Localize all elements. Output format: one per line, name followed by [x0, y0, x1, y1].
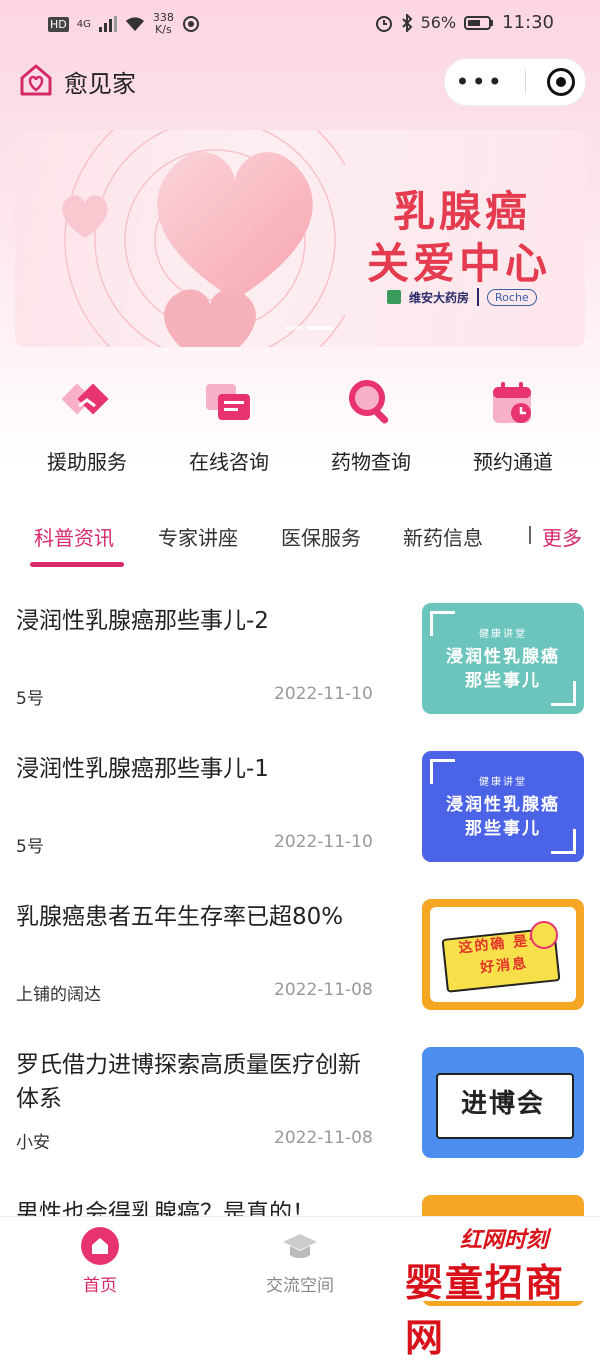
news-title: 浸润性乳腺癌那些事儿-1	[16, 756, 269, 782]
quick-action-label: 援助服务	[47, 450, 127, 474]
thumb-caption: 进博会	[460, 1089, 545, 1119]
small-heart-graphic	[164, 289, 256, 347]
watermark-line1: 红网时刻	[460, 1228, 549, 1253]
news-thumbnail: 健康讲堂 浸润性乳腺癌 那些事儿	[422, 751, 584, 862]
category-tabs: 科普资讯 专家讲座 医保服务 新药信息 更多	[0, 510, 600, 570]
quick-action-label: 在线咨询	[189, 450, 269, 474]
quick-action-aid[interactable]: 援助服务	[16, 378, 158, 474]
news-title: 乳腺癌患者五年生存率已超80%	[16, 904, 344, 930]
news-date: 2022-11-10	[274, 684, 373, 704]
active-tab-indicator	[30, 562, 124, 567]
hero-banner[interactable]: 乳腺癌 关爱中心 维安大药房 Roche	[15, 130, 585, 347]
thumb-caption: 浸润性乳腺癌 那些事儿	[446, 795, 560, 839]
news-author: 小安	[16, 1133, 50, 1153]
pagination-dot	[285, 326, 303, 330]
thumb-badge: 健康讲堂	[479, 777, 527, 788]
more-menu-icon[interactable]: •••	[455, 68, 503, 96]
pharmacy-logo-icon	[387, 290, 401, 304]
pagination-dot-active	[307, 326, 333, 330]
capsule-divider	[524, 70, 526, 94]
quick-action-drug-search[interactable]: 药物查询	[300, 378, 442, 474]
news-date: 2022-11-08	[274, 980, 373, 1000]
news-thumbnail: 进博会	[422, 1047, 584, 1158]
bluetooth-icon	[401, 13, 412, 32]
sponsor-roche: Roche	[487, 288, 537, 306]
thumb-caption: 浸润性乳腺癌 那些事儿	[446, 647, 560, 691]
more-tabs-button[interactable]: 更多	[542, 522, 582, 551]
smiley-icon	[530, 921, 558, 949]
tab-new-drug-info[interactable]: 新药信息	[403, 522, 483, 551]
more-divider	[529, 526, 531, 544]
nav-home-label: 首页	[83, 1276, 117, 1296]
watermark-line2: 婴童招商网	[405, 1261, 566, 1360]
quick-action-consult[interactable]: 在线咨询	[158, 378, 300, 474]
handshake-icon	[61, 383, 109, 415]
alarm-icon	[375, 15, 392, 32]
nav-home[interactable]: 首页	[80, 1227, 120, 1296]
news-author: 5号	[16, 689, 44, 709]
graduation-cap-icon	[281, 1227, 319, 1265]
banner-pagination	[285, 326, 333, 330]
signal-icon	[98, 16, 117, 32]
home-icon	[81, 1227, 119, 1265]
nfc-icon	[182, 16, 199, 32]
banner-title-line2: 关爱中心	[367, 239, 552, 288]
network-badge: 4G	[76, 18, 91, 30]
nav-community[interactable]: 交流空间	[262, 1227, 338, 1296]
clock: 11:30	[502, 12, 554, 33]
hd-badge: HD	[48, 16, 69, 32]
home-heart-logo-icon	[20, 64, 52, 96]
news-title: 浸润性乳腺癌那些事儿-2	[16, 608, 269, 634]
news-date: 2022-11-08	[274, 1128, 373, 1148]
tab-science-news[interactable]: 科普资讯	[34, 522, 114, 551]
news-date: 2022-11-10	[274, 832, 373, 852]
tiny-heart-graphic	[62, 195, 108, 238]
close-target-icon[interactable]	[546, 68, 575, 96]
tab-expert-lectures[interactable]: 专家讲座	[158, 522, 238, 551]
watermark: 红网时刻 婴童招商网	[405, 1222, 595, 1360]
news-thumbnail: 这的确 是个好消息	[422, 899, 584, 1010]
wifi-icon	[125, 17, 144, 31]
battery-percent: 56%	[420, 13, 457, 32]
news-author: 上铺的阔达	[16, 985, 101, 1005]
sponsor-divider	[477, 288, 480, 306]
app-title: 愈见家	[64, 70, 136, 98]
news-item[interactable]: 乳腺癌患者五年生存率已超80% 上铺的阔达 2022-11-08 这的确 是个好…	[0, 884, 600, 1032]
quick-action-label: 预约通道	[473, 450, 553, 474]
banner-sponsors: 维安大药房 Roche	[387, 288, 537, 306]
news-item[interactable]: 浸润性乳腺癌那些事儿-2 5号 2022-11-10 健康讲堂 浸润性乳腺癌 那…	[0, 588, 600, 736]
sponsor-pharmacy: 维安大药房	[409, 290, 470, 305]
tab-insurance-services[interactable]: 医保服务	[281, 522, 361, 551]
status-bar: HD 4G 338 K/s 56% 11:30	[0, 0, 600, 46]
search-icon	[349, 380, 389, 424]
speed-unit: K/s	[155, 23, 172, 36]
news-author: 5号	[16, 837, 44, 857]
thumb-badge: 健康讲堂	[479, 629, 527, 640]
nav-community-label: 交流空间	[266, 1276, 334, 1296]
quick-action-appointment[interactable]: 预约通道	[442, 378, 584, 474]
quick-action-label: 药物查询	[331, 450, 411, 474]
chat-icon	[206, 384, 250, 420]
news-item[interactable]: 罗氏借力进博探索高质量医疗创新体系 小安 2022-11-08 进博会	[0, 1032, 600, 1180]
quick-actions: 援助服务 在线咨询 药物查询 预约通道	[0, 378, 600, 474]
battery-icon	[464, 15, 494, 30]
calendar-icon	[493, 382, 531, 423]
mini-program-capsule: •••	[444, 58, 586, 106]
app-header: 愈见家 •••	[0, 46, 600, 118]
news-thumbnail: 健康讲堂 浸润性乳腺癌 那些事儿	[422, 603, 584, 714]
news-item[interactable]: 浸润性乳腺癌那些事儿-1 5号 2022-11-10 健康讲堂 浸润性乳腺癌 那…	[0, 736, 600, 884]
news-title: 罗氏借力进博探索高质量医疗创新体系	[16, 1052, 361, 1112]
